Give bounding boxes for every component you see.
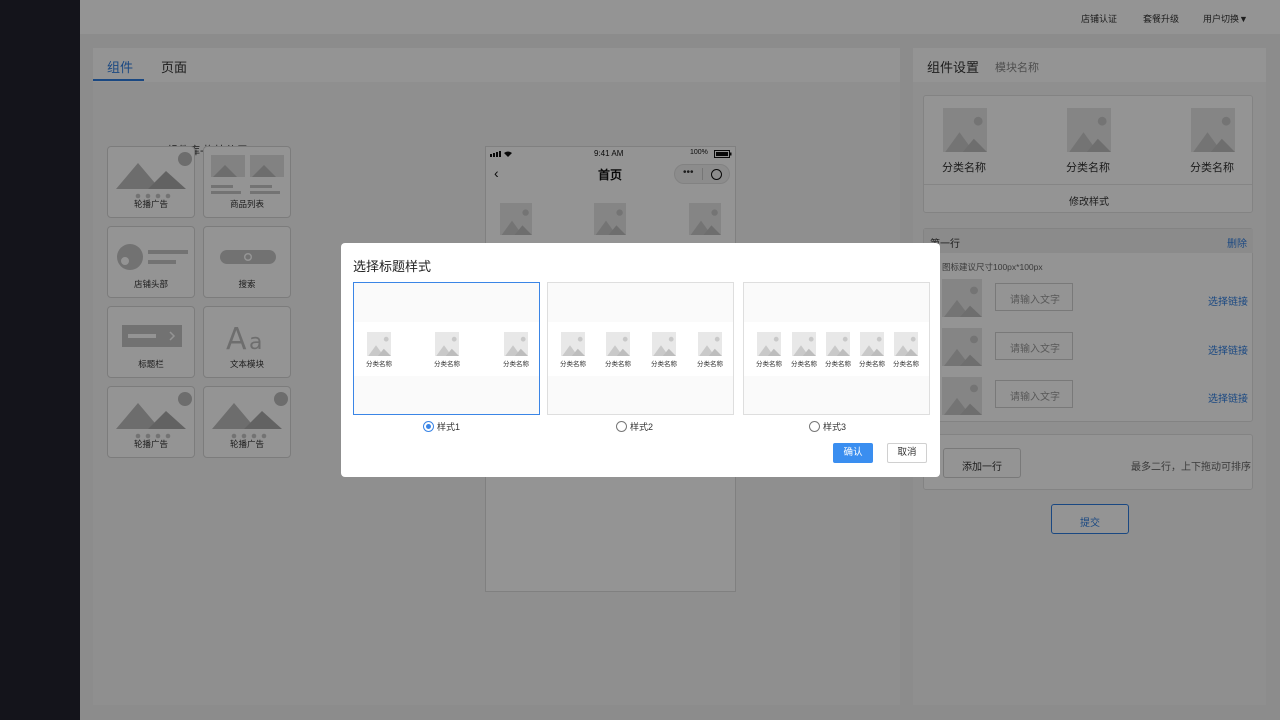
category-mini-item: 分类名称 (560, 332, 586, 368)
image-placeholder-icon (652, 332, 676, 356)
image-placeholder-icon (860, 332, 884, 356)
mini-category-label: 分类名称 (791, 361, 817, 368)
category-mini-item: 分类名称 (893, 332, 919, 368)
style-option-2[interactable]: 分类名称 分类名称 分类名称 分类名称 (547, 282, 734, 415)
radio-label: 样式1 (437, 422, 461, 432)
category-mini-item: 分类名称 (651, 332, 677, 368)
category-mini-item: 分类名称 (503, 332, 529, 368)
image-placeholder-icon (826, 332, 850, 356)
style-preview-strip: 分类名称 分类名称 分类名称 分类名称 分类名称 (744, 322, 929, 376)
category-mini-item: 分类名称 (697, 332, 723, 368)
confirm-button[interactable]: 确认 (833, 443, 873, 463)
title-style-dialog: 选择标题样式 分类名称 分类名称 分类名称 分类名称 分类名称 分类名称 分类名… (341, 243, 940, 477)
radio-button[interactable] (423, 421, 434, 432)
category-mini-item: 分类名称 (366, 332, 392, 368)
style-preview-strip: 分类名称 分类名称 分类名称 (354, 322, 539, 376)
image-placeholder-icon (757, 332, 781, 356)
mini-category-label: 分类名称 (434, 361, 460, 368)
category-mini-item: 分类名称 (756, 332, 782, 368)
style-option-3[interactable]: 分类名称 分类名称 分类名称 分类名称 分类名称 (743, 282, 930, 415)
mini-category-label: 分类名称 (366, 361, 392, 368)
mini-category-label: 分类名称 (825, 361, 851, 368)
mini-category-label: 分类名称 (560, 361, 586, 368)
image-placeholder-icon (792, 332, 816, 356)
category-mini-item: 分类名称 (434, 332, 460, 368)
mini-category-label: 分类名称 (605, 361, 631, 368)
style-preview-strip: 分类名称 分类名称 分类名称 分类名称 (548, 322, 733, 376)
category-mini-item: 分类名称 (859, 332, 885, 368)
radio-button[interactable] (616, 421, 627, 432)
image-placeholder-icon (894, 332, 918, 356)
category-mini-item: 分类名称 (791, 332, 817, 368)
style-radio-3[interactable]: 样式3 (809, 420, 846, 433)
category-mini-item: 分类名称 (605, 332, 631, 368)
radio-button[interactable] (809, 421, 820, 432)
mini-category-label: 分类名称 (859, 361, 885, 368)
image-placeholder-icon (367, 332, 391, 356)
image-placeholder-icon (698, 332, 722, 356)
style-radio-2[interactable]: 样式2 (616, 420, 653, 433)
dialog-title: 选择标题样式 (353, 259, 432, 274)
mini-category-label: 分类名称 (697, 361, 723, 368)
cancel-button[interactable]: 取消 (887, 443, 927, 463)
image-placeholder-icon (606, 332, 630, 356)
category-mini-item: 分类名称 (825, 332, 851, 368)
image-placeholder-icon (435, 332, 459, 356)
mini-category-label: 分类名称 (893, 361, 919, 368)
mini-category-label: 分类名称 (756, 361, 782, 368)
radio-label: 样式2 (630, 422, 654, 432)
mini-category-label: 分类名称 (651, 361, 677, 368)
image-placeholder-icon (561, 332, 585, 356)
style-option-1[interactable]: 分类名称 分类名称 分类名称 (353, 282, 540, 415)
image-placeholder-icon (504, 332, 528, 356)
style-radio-1[interactable]: 样式1 (423, 420, 460, 433)
mini-category-label: 分类名称 (503, 361, 529, 368)
radio-label: 样式3 (823, 422, 847, 432)
